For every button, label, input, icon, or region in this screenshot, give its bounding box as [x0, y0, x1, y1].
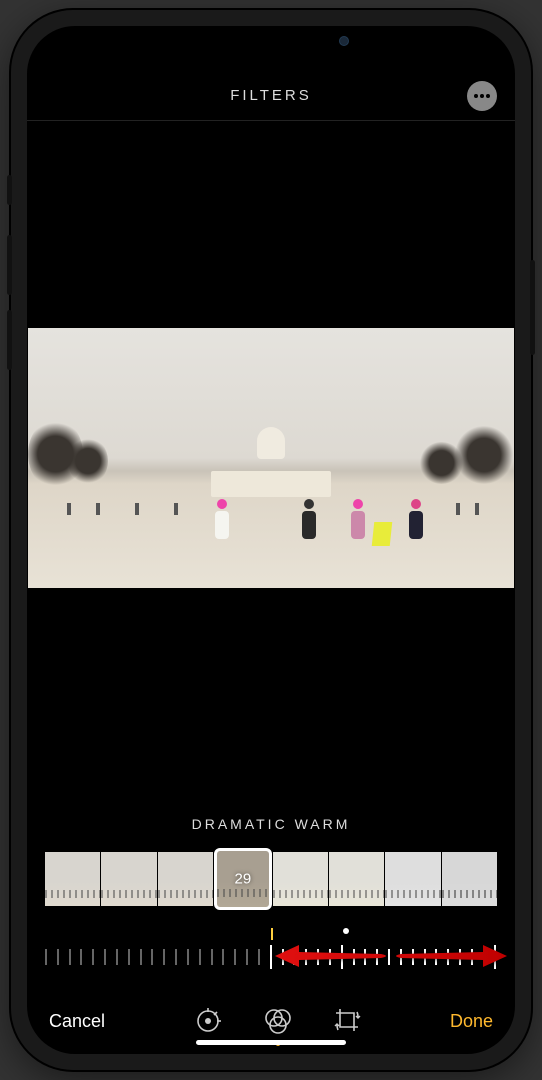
photo-canvas[interactable]: [27, 121, 515, 794]
top-bar: FILTERS: [27, 71, 515, 121]
filter-thumb[interactable]: [329, 852, 384, 906]
slider-origin-marker: [343, 928, 349, 934]
home-indicator[interactable]: [196, 1040, 346, 1045]
filter-intensity-value: 29: [235, 871, 252, 888]
adjust-tool-button[interactable]: [193, 1006, 223, 1036]
filter-thumb-selected[interactable]: 29: [214, 848, 272, 910]
filter-thumb[interactable]: [101, 852, 156, 906]
filter-thumb[interactable]: [273, 852, 328, 906]
slider-center-indicator: [271, 928, 273, 940]
filter-thumb[interactable]: [45, 852, 100, 906]
filter-thumb[interactable]: [385, 852, 440, 906]
done-button[interactable]: Done: [450, 1011, 493, 1032]
intensity-slider[interactable]: [45, 928, 497, 988]
filters-tool-button[interactable]: [263, 1006, 293, 1036]
filter-name-label: DRAMATIC WARM: [27, 794, 515, 848]
slider-ticks: [45, 944, 497, 970]
filter-thumbnail-strip[interactable]: 29: [45, 848, 497, 910]
photo-preview: [28, 328, 514, 588]
filter-thumb[interactable]: [158, 852, 213, 906]
filter-thumb[interactable]: [442, 852, 497, 906]
page-title: FILTERS: [230, 87, 312, 104]
cancel-button[interactable]: Cancel: [49, 1011, 105, 1032]
more-options-button[interactable]: [467, 81, 497, 111]
front-camera: [339, 36, 349, 46]
crop-tool-button[interactable]: [333, 1006, 363, 1036]
